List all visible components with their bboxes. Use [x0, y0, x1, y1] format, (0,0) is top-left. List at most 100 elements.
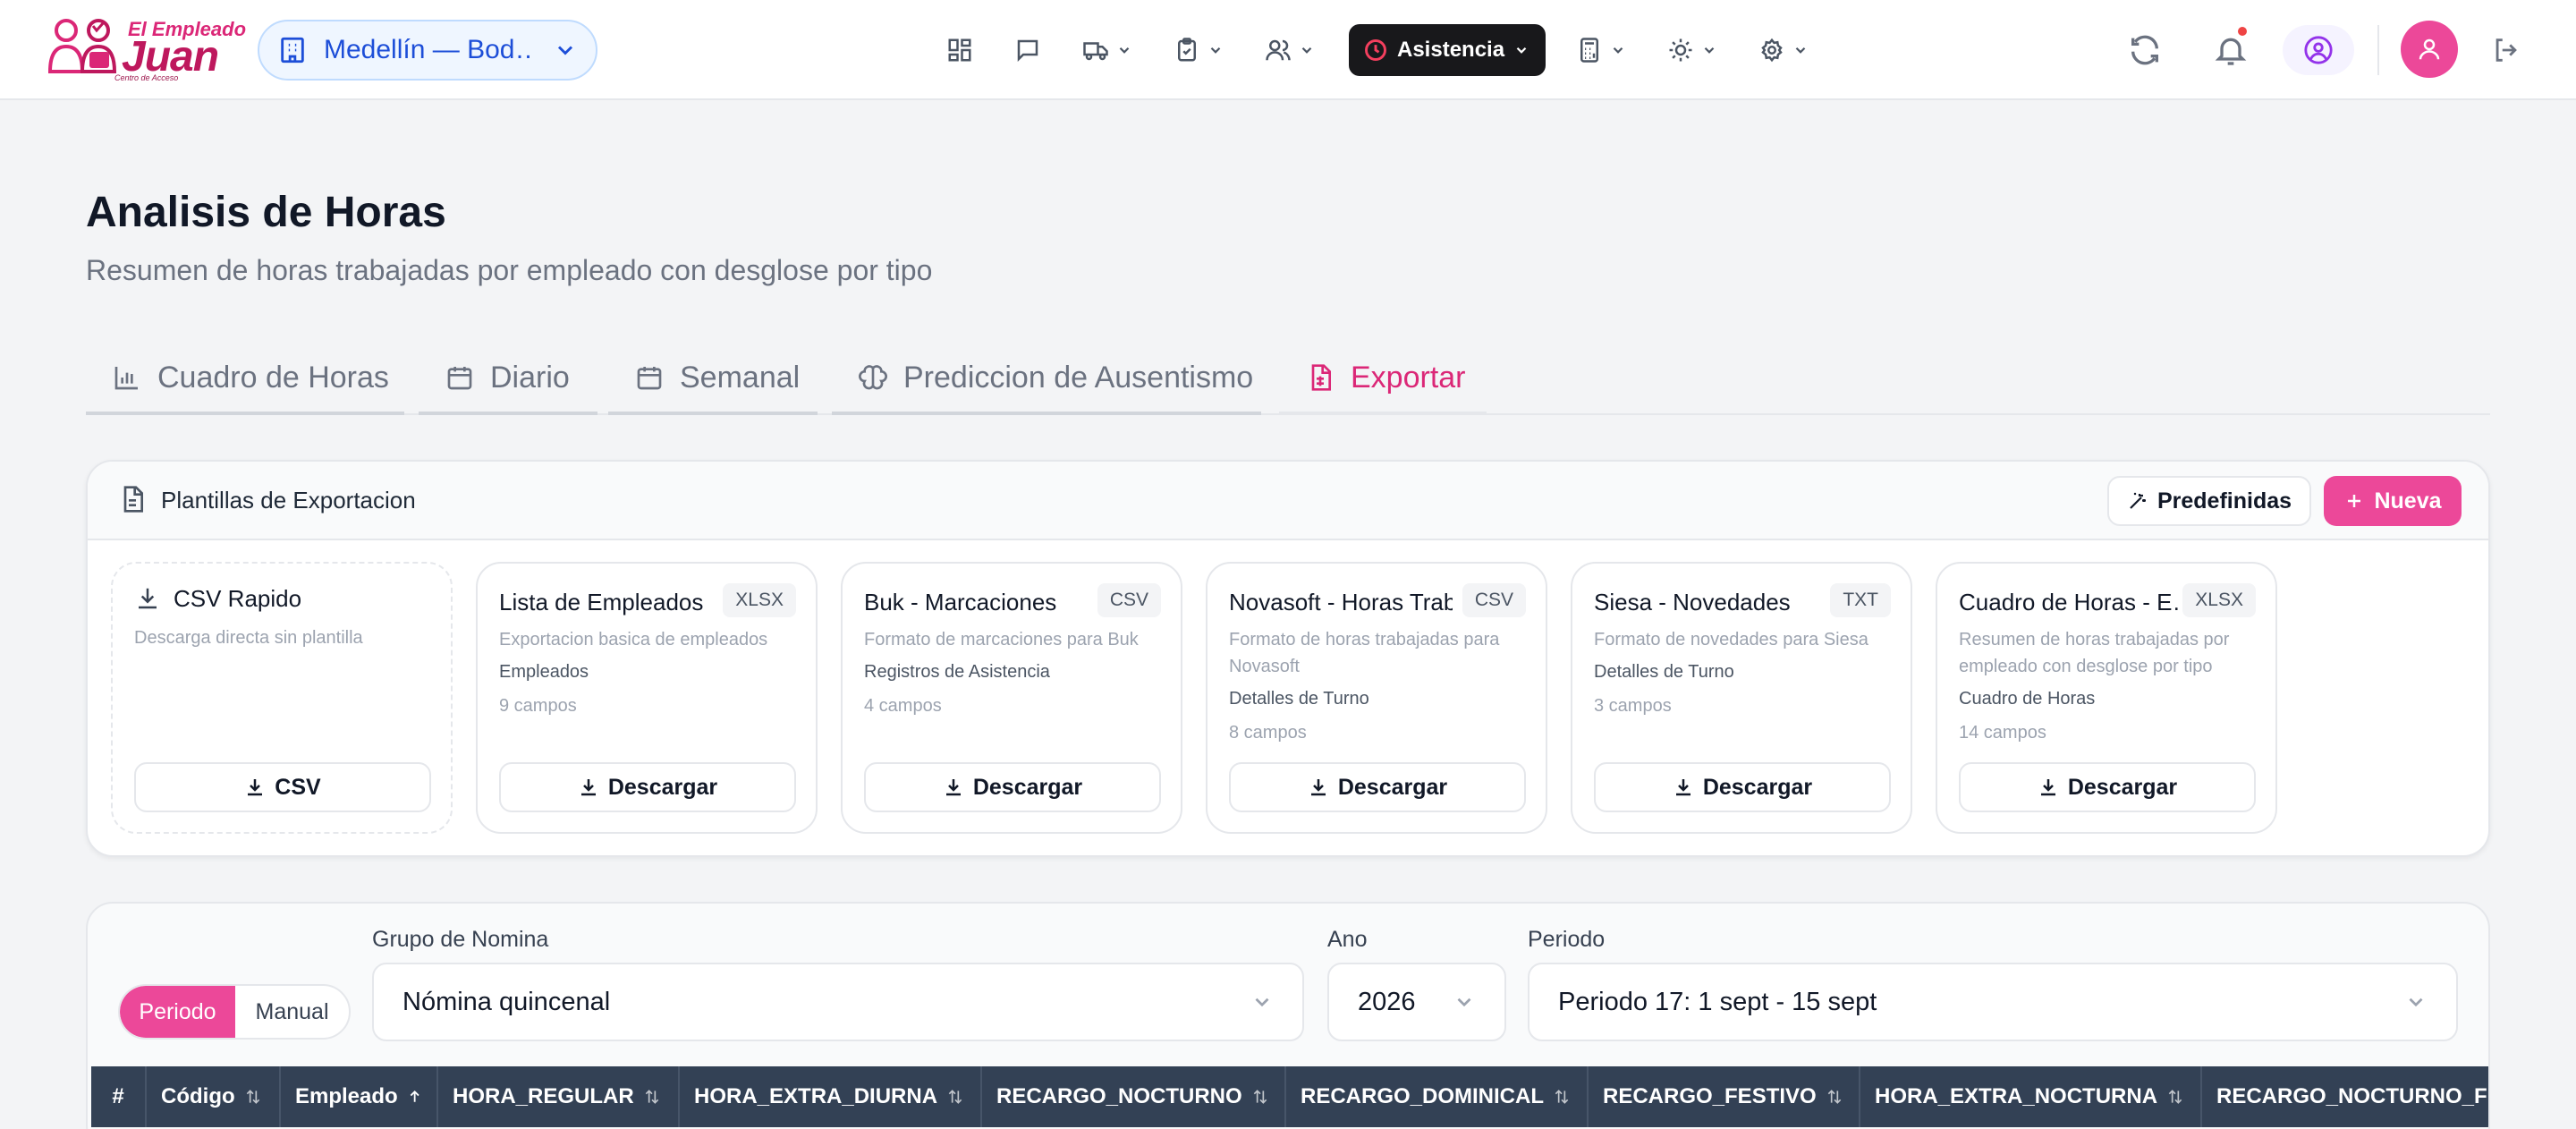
nav-payroll[interactable]	[1569, 24, 1633, 76]
nav-asistencia[interactable]: Asistencia	[1349, 24, 1546, 76]
notifications-button[interactable]	[2211, 23, 2250, 77]
download-button[interactable]: Descargar	[499, 762, 796, 812]
cog-icon	[1669, 38, 1692, 62]
nav-chat[interactable]	[1007, 24, 1048, 76]
users-icon	[1266, 39, 1291, 61]
nav-configuration[interactable]	[1660, 24, 1724, 76]
template-card: Siesa - Novedades TXT Formato de novedad…	[1571, 562, 1912, 834]
column-header-empleado[interactable]: Empleado	[281, 1066, 438, 1127]
column-header-hora-regular[interactable]: HORA_REGULAR	[438, 1066, 680, 1127]
chevron-down-icon	[557, 46, 573, 55]
group-label: Grupo de Nomina	[372, 927, 549, 952]
template-description: Descarga directa sin plantilla	[134, 628, 363, 648]
column-header-recargo-nocturno[interactable]: RECARGO_NOCTURNO	[982, 1066, 1286, 1127]
chevron-down-icon	[1119, 47, 1130, 54]
table-header: # Código Empleado HORA_REGULAR HORA_EXTR…	[91, 1066, 2488, 1127]
button-label: Descargar	[2067, 774, 2178, 800]
template-description: Formato de marcaciones para Buk	[864, 630, 1139, 649]
account-button[interactable]	[2283, 25, 2354, 75]
chevron-down-icon	[1613, 47, 1623, 54]
new-template-button[interactable]: Nueva	[2324, 476, 2462, 526]
column-header-recargo-dominical[interactable]: RECARGO_DOMINICAL	[1286, 1066, 1589, 1127]
brand-tagline: Centro de Acceso	[114, 73, 179, 82]
column-header-hora-extra-diurna[interactable]: HORA_EXTRA_DIURNA	[680, 1066, 982, 1127]
calendar-icon	[447, 367, 472, 390]
download-icon	[945, 779, 961, 796]
avatar[interactable]	[2401, 21, 2458, 78]
tab-bar: Cuadro de Horas Diario Semanal Prediccio…	[86, 344, 2490, 415]
nav-transport[interactable]	[1075, 24, 1140, 76]
tab-exportar[interactable]: Exportar	[1279, 344, 1487, 415]
template-card: Cuadro de Horas - E… XLSX Resumen de hor…	[1936, 562, 2277, 834]
nav-tasks[interactable]	[1166, 24, 1231, 76]
template-description: Formato de horas trabajadas para Novasof…	[1229, 630, 1500, 676]
year-select[interactable]: 2026	[1327, 963, 1506, 1041]
refresh-button[interactable]	[2125, 23, 2165, 77]
column-header-hora-extra-nocturna[interactable]: HORA_EXTRA_NOCTURNA	[1860, 1066, 2202, 1127]
template-name: Siesa - Novedades	[1594, 589, 1791, 615]
tab-label: Exportar	[1351, 360, 1466, 395]
employee-logo-icon	[47, 19, 117, 73]
predefined-button[interactable]: Predefinidas	[2107, 476, 2311, 526]
clock-icon	[1365, 39, 1386, 61]
download-button[interactable]: Descargar	[864, 762, 1161, 812]
tab-diario[interactable]: Diario	[419, 344, 597, 415]
nav-users[interactable]	[1258, 24, 1322, 76]
mode-manual-button[interactable]: Manual	[235, 986, 349, 1038]
template-card: Novasoft - Horas Trab… CSV Formato de ho…	[1206, 562, 1547, 834]
chevron-down-icon	[1210, 47, 1221, 54]
mode-periodo-button[interactable]: Periodo	[120, 986, 235, 1038]
period-select[interactable]: Periodo 17: 1 sept - 15 sept	[1528, 963, 2458, 1041]
csv-download-button[interactable]: CSV	[134, 762, 431, 812]
hours-report-card: Periodo Manual Grupo de Nomina Nómina qu…	[86, 902, 2490, 1129]
tab-label: Prediccion de Ausentismo	[903, 360, 1254, 395]
settings-icon	[1761, 38, 1783, 63]
year-label: Ano	[1327, 927, 1368, 952]
button-label: Descargar	[607, 774, 718, 800]
card-title: Plantillas de Exportacion	[161, 487, 416, 514]
top-navbar: El Empleado Juan Centro de Acceso Medell…	[0, 0, 2576, 100]
download-button[interactable]: Descargar	[1229, 762, 1526, 812]
nav-dashboard[interactable]	[939, 24, 980, 76]
tab-prediccion-ausentismo[interactable]: Prediccion de Ausentismo	[832, 344, 1261, 415]
magic-wand-icon	[2130, 492, 2146, 509]
template-card: Buk - Marcaciones CSV Formato de marcaci…	[841, 562, 1182, 834]
tab-semanal[interactable]: Semanal	[608, 344, 818, 415]
chevron-down-icon	[1457, 997, 1471, 1007]
column-header-recargo-nocturno-f[interactable]: RECARGO_NOCTURNO_F	[2202, 1066, 2488, 1127]
location-select[interactable]: Medellín — Bod…	[258, 20, 597, 81]
template-source: Cuadro de Horas	[1959, 689, 2096, 709]
logout-button[interactable]	[2487, 23, 2526, 77]
download-icon	[248, 779, 263, 796]
brand-logo[interactable]: El Empleado Juan Centro de Acceso	[45, 13, 246, 88]
template-card: Lista de Empleados XLSX Exportacion basi…	[476, 562, 818, 834]
sort-icon	[1827, 1090, 1841, 1104]
payroll-group-value: Nómina quincenal	[402, 987, 611, 1016]
main-nav: Asistencia	[939, 21, 1843, 79]
column-header-codigo[interactable]: Código	[147, 1066, 281, 1127]
template-source: Empleados	[499, 662, 589, 682]
clipboard-icon	[1178, 38, 1196, 62]
file-spreadsheet-icon	[123, 486, 143, 513]
column-header-recargo-festivo[interactable]: RECARGO_FESTIVO	[1589, 1066, 1860, 1127]
page-subtitle: Resumen de horas trabajadas por empleado…	[86, 254, 933, 286]
tab-cuadro-de-horas[interactable]: Cuadro de Horas	[86, 344, 404, 415]
download-button[interactable]: Descargar	[1594, 762, 1891, 812]
chat-icon	[1017, 39, 1038, 63]
nav-settings[interactable]	[1751, 24, 1816, 76]
template-name: Cuadro de Horas - E…	[1959, 589, 2182, 615]
template-field-count: 4 campos	[864, 696, 942, 716]
logout-icon	[2496, 38, 2517, 62]
file-spreadsheet-icon	[1311, 364, 1331, 391]
download-icon	[2040, 779, 2055, 796]
payroll-group-select[interactable]: Nómina quincenal	[372, 963, 1304, 1041]
template-field-count: 3 campos	[1594, 696, 1672, 716]
sort-icon	[2168, 1090, 2182, 1104]
template-description: Resumen de horas trabajadas por empleado…	[1959, 630, 2230, 676]
download-button[interactable]: Descargar	[1959, 762, 2256, 812]
format-badge: CSV	[1097, 583, 1161, 617]
button-label: Descargar	[972, 774, 1083, 800]
tab-label: Diario	[490, 360, 570, 395]
template-name: Buk - Marcaciones	[864, 589, 1057, 615]
format-badge: TXT	[1830, 583, 1891, 617]
